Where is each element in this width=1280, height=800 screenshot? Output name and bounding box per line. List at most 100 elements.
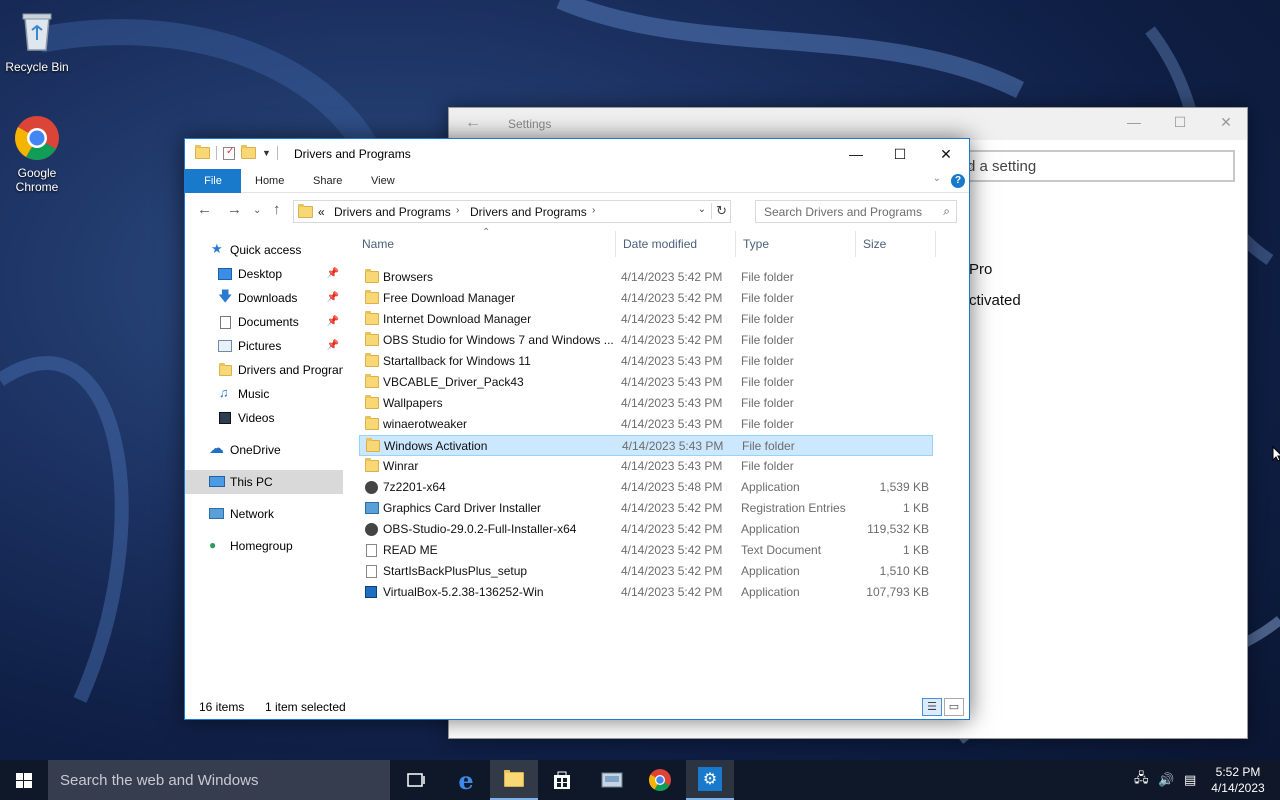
folder-row[interactable]: Browsers 4/14/2023 5:42 PM File folder <box>359 267 933 288</box>
column-divider[interactable] <box>855 231 856 257</box>
nav-label: Music <box>238 387 270 401</box>
music-icon: ♫ <box>219 385 229 400</box>
taskbar-store-button[interactable] <box>538 760 586 800</box>
pin-icon[interactable]: 📌 <box>327 310 339 334</box>
settings-search-input[interactable]: d a setting ⌕ <box>949 150 1235 182</box>
windows-logo-icon <box>16 773 32 788</box>
nav-item-downloads[interactable]: 🡇 Downloads 📌 <box>185 286 343 310</box>
maximize-button[interactable]: ☐ <box>1157 114 1203 131</box>
volume-icon[interactable]: 🔊 <box>1158 760 1174 800</box>
ribbon-tabs: File Home Share View ⌄ ? <box>185 169 969 193</box>
details-view-icon[interactable]: ☰ <box>922 698 942 716</box>
large-icons-view-icon[interactable]: ▭ <box>944 698 964 716</box>
tab-home[interactable]: Home <box>241 169 298 193</box>
taskbar-chrome-button[interactable] <box>636 760 684 800</box>
taskbar-file-explorer-button[interactable] <box>490 760 538 800</box>
file-row[interactable]: StartIsBackPlusPlus_setup 4/14/2023 5:42 … <box>359 561 933 582</box>
folder-row[interactable]: Free Download Manager 4/14/2023 5:42 PM Fi… <box>359 288 933 309</box>
breadcrumb-item[interactable]: Drivers and Programs <box>470 205 587 219</box>
file-row[interactable]: VirtualBox-5.2.38-136252-Win 4/14/2023 5:… <box>359 582 933 603</box>
column-divider[interactable] <box>935 231 936 257</box>
nav-item-desktop[interactable]: Desktop 📌 <box>185 262 343 286</box>
nav-item-pictures[interactable]: Pictures 📌 <box>185 334 343 358</box>
folder-row[interactable]: Windows Activation 4/14/2023 5:43 PM File … <box>359 435 933 456</box>
recent-locations-icon[interactable]: ⌄ <box>253 205 261 216</box>
nav-item-videos[interactable]: Videos <box>185 406 343 430</box>
up-button[interactable]: ↑ <box>273 201 281 218</box>
column-header-size[interactable]: Size <box>863 235 886 253</box>
expand-ribbon-icon[interactable]: ⌄ <box>933 173 941 184</box>
address-bar[interactable]: « Drivers and Programs › Drivers and Pro… <box>293 200 731 223</box>
taskbar-search-input[interactable] <box>60 770 380 790</box>
pin-icon[interactable]: 📌 <box>327 286 339 310</box>
folder-row[interactable]: VBCABLE_Driver_Pack43 4/14/2023 5:43 PM Fi… <box>359 372 933 393</box>
file-row[interactable]: OBS-Studio-29.0.2-Full-Installer-x64 4/14… <box>359 519 933 540</box>
taskbar-settings-button[interactable]: ⚙ <box>686 760 734 800</box>
file-row[interactable]: Graphics Card Driver Installer 4/14/2023 … <box>359 498 933 519</box>
breadcrumb-item[interactable]: Drivers and Programs <box>334 205 451 219</box>
forward-button[interactable]: → <box>227 201 242 218</box>
back-arrow-icon[interactable]: ← <box>465 114 481 132</box>
column-header-date-modified[interactable]: Date modified <box>623 235 697 253</box>
tab-view[interactable]: View <box>357 169 409 193</box>
desktop-icon-recycle-bin[interactable]: Recycle Bin <box>0 8 74 74</box>
nav-item-documents[interactable]: Documents 📌 <box>185 310 343 334</box>
minimize-button[interactable]: — <box>833 139 879 169</box>
file-type: File folder <box>741 291 794 305</box>
file-explorer-window[interactable]: ✓ ▼ Drivers and Programs — ☐ ✕ File Home… <box>184 138 970 720</box>
window-title: Drivers and Programs <box>294 147 411 161</box>
file-row[interactable]: READ ME 4/14/2023 5:42 PM Text Document 1 K… <box>359 540 933 561</box>
column-header-name[interactable]: Name <box>362 235 394 253</box>
chevron-right-icon[interactable]: › <box>456 205 459 216</box>
file-date-modified: 4/14/2023 5:43 PM <box>621 396 723 410</box>
chevron-right-icon[interactable]: › <box>592 205 595 216</box>
taskbar-clock[interactable]: 5:52 PM 4/14/2023 <box>1208 764 1268 796</box>
nav-item-network[interactable]: Network <box>185 502 343 526</box>
tab-share[interactable]: Share <box>299 169 356 193</box>
chevron-down-icon[interactable]: ⌄ <box>698 204 706 215</box>
column-divider[interactable] <box>615 231 616 257</box>
nav-item-drivers-and-programs[interactable]: Drivers and Programs <box>185 358 343 382</box>
action-center-icon[interactable]: ▤ <box>1184 760 1196 800</box>
tab-file[interactable]: File <box>185 169 241 193</box>
file-row[interactable]: 7z2201-x64 4/14/2023 5:48 PM Application 1,… <box>359 477 933 498</box>
taskbar-edge-button[interactable]: e <box>442 760 490 800</box>
chevron-down-icon[interactable]: ▼ <box>262 148 271 158</box>
folder-row[interactable]: Startallback for Windows 11 4/14/2023 5:4… <box>359 351 933 372</box>
close-button[interactable]: ✕ <box>923 139 969 169</box>
pin-icon[interactable]: 📌 <box>327 262 339 286</box>
folder-row[interactable]: OBS Studio for Windows 7 and Windows ...… <box>359 330 933 351</box>
folder-row[interactable]: Winrar 4/14/2023 5:43 PM File folder <box>359 456 933 477</box>
search-input[interactable] <box>756 201 926 222</box>
settings-titlebar[interactable]: ← Settings — ☐ ✕ <box>449 108 1247 140</box>
clock-date: 4/14/2023 <box>1211 781 1265 795</box>
properties-icon[interactable]: ✓ <box>223 146 235 160</box>
breadcrumb-overflow[interactable]: « <box>318 205 325 219</box>
network-tray-icon[interactable]: 🖧 <box>1134 760 1149 800</box>
folder-row[interactable]: Wallpapers 4/14/2023 5:43 PM File folder <box>359 393 933 414</box>
close-button[interactable]: ✕ <box>1203 114 1249 131</box>
maximize-button[interactable]: ☐ <box>877 139 923 169</box>
explorer-titlebar[interactable]: ✓ ▼ Drivers and Programs — ☐ ✕ <box>185 139 969 169</box>
task-view-button[interactable] <box>392 760 440 800</box>
minimize-button[interactable]: — <box>1111 114 1157 130</box>
folder-row[interactable]: Internet Download Manager 4/14/2023 5:42 … <box>359 309 933 330</box>
pin-icon[interactable]: 📌 <box>327 334 339 358</box>
nav-item-quick-access[interactable]: ★ Quick access <box>185 238 343 262</box>
nav-item-this-pc[interactable]: This PC <box>185 470 343 494</box>
nav-item-music[interactable]: ♫ Music <box>185 382 343 406</box>
search-icon[interactable]: ⌕ <box>943 204 950 219</box>
column-divider[interactable] <box>735 231 736 257</box>
help-icon[interactable]: ? <box>951 174 965 188</box>
desktop-icon-google-chrome[interactable]: Google Chrome <box>0 114 74 194</box>
nav-item-onedrive[interactable]: ☁ OneDrive <box>185 438 343 462</box>
nav-item-homegroup[interactable]: ● Homegroup <box>185 534 343 558</box>
start-button[interactable] <box>0 760 48 800</box>
refresh-icon[interactable]: ↻ <box>711 203 727 219</box>
back-button[interactable]: ← <box>197 201 212 218</box>
column-header-type[interactable]: Type <box>743 235 769 253</box>
new-folder-icon[interactable] <box>241 145 256 159</box>
file-date-modified: 4/14/2023 5:43 PM <box>621 417 723 431</box>
taskbar-app-button[interactable] <box>588 760 636 800</box>
folder-row[interactable]: winaerotweaker 4/14/2023 5:43 PM File fold… <box>359 414 933 435</box>
